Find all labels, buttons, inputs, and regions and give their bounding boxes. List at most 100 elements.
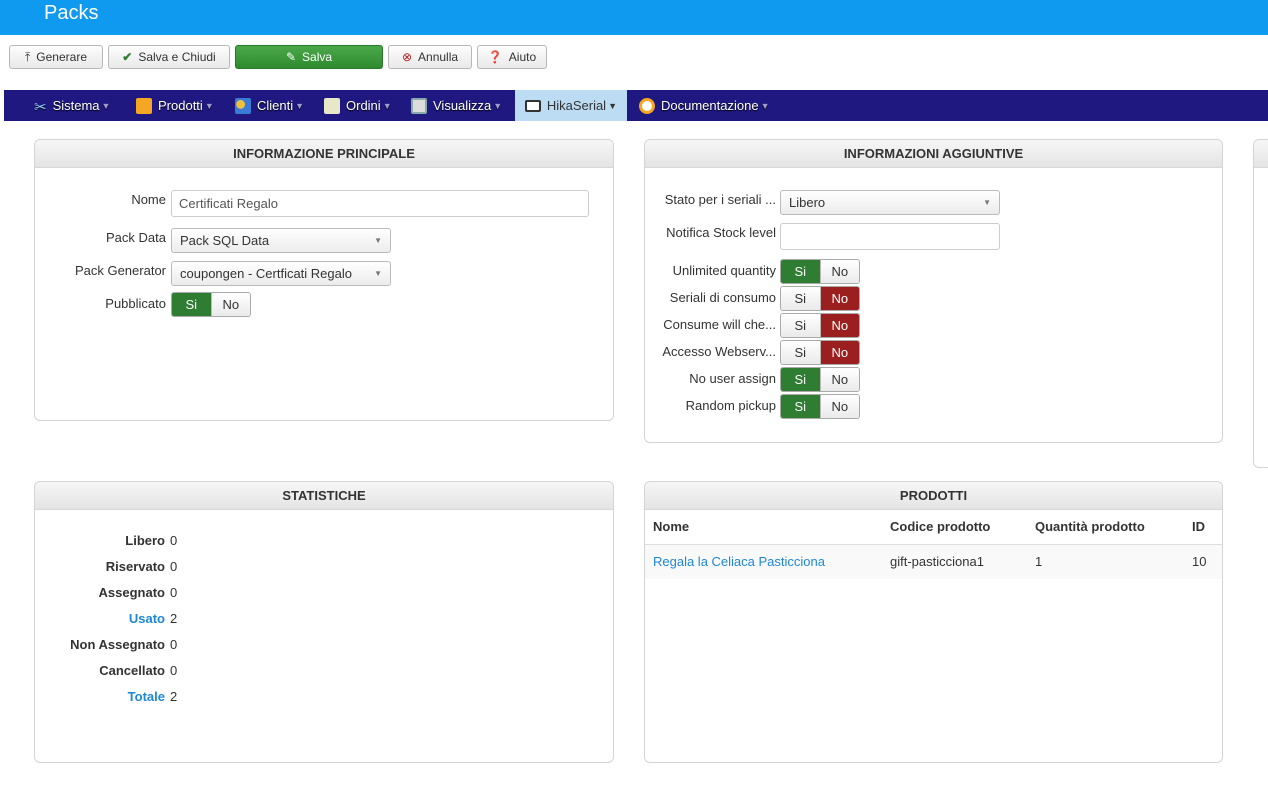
upload-icon: ⤒ (24, 50, 31, 64)
right-panel-header (1254, 140, 1268, 168)
page-title: Packs (44, 2, 99, 24)
stock-label: Notifica Stock level (666, 225, 776, 240)
toggle-yes[interactable]: Si (781, 395, 820, 418)
yes-no-toggle[interactable]: Si No (780, 313, 860, 338)
toggle-label: Seriali di consumo (669, 290, 776, 305)
caret-icon: ▼ (493, 100, 503, 111)
pack-generator-select[interactable]: coupongen - Certficati Regalo ▼ (171, 261, 391, 286)
stat-label[interactable]: Usato (35, 611, 165, 626)
menu-item-prodotti[interactable]: Prodotti ▼ (126, 90, 224, 121)
menu-item-clienti[interactable]: Clienti ▼ (225, 90, 314, 121)
menu-item-visualizza[interactable]: Visualizza ▼ (401, 90, 512, 121)
stat-label: Riservato (105, 559, 165, 574)
help-button[interactable]: ❓ Aiuto (477, 45, 547, 69)
stat-value: 0 (170, 559, 178, 574)
stat-value: 2 (170, 689, 178, 704)
toggle-yes[interactable]: Si (781, 341, 820, 364)
menu-item-ordini[interactable]: Ordini ▼ (314, 90, 402, 121)
menu-item-sistema[interactable]: ✂ Sistema ▼ (24, 90, 120, 121)
panel-title: INFORMAZIONE PRINCIPALE (35, 140, 613, 168)
stat-label: Assegnato (98, 585, 165, 600)
generate-button[interactable]: ⤒ Generare (9, 45, 103, 69)
caret-icon: ▼ (204, 100, 214, 111)
col-header-name[interactable]: Nome (653, 519, 689, 534)
right-side-panel (1253, 139, 1268, 468)
caret-icon: ▼ (608, 100, 617, 111)
box-icon (136, 97, 152, 114)
tools-icon: ✂ (34, 98, 47, 116)
panel-title: STATISTICHE (35, 482, 613, 510)
dropdown-arrow-icon: ▼ (374, 236, 382, 245)
name-label: Nome (131, 192, 166, 207)
save-close-label: Salva e Chiudi (138, 50, 216, 64)
pack-generator-value: coupongen - Certficati Regalo (180, 266, 352, 281)
name-field[interactable]: Certificati Regalo (171, 190, 589, 217)
toggle-no[interactable]: No (819, 395, 859, 418)
serial-icon (525, 99, 541, 112)
state-value: Libero (789, 195, 826, 210)
yes-no-toggle[interactable]: Si No (780, 340, 860, 365)
stat-label: Libero (125, 533, 165, 548)
state-label: Stato per i seriali ... (664, 192, 776, 207)
toggle-yes[interactable]: Si (781, 314, 820, 337)
toggle-yes[interactable]: Si (172, 293, 211, 316)
toggle-label: No user assign (689, 371, 776, 386)
published-toggle[interactable]: Si No (171, 292, 251, 317)
toggle-yes[interactable]: Si (781, 287, 820, 310)
save-label: Salva (302, 50, 333, 64)
col-header-code[interactable]: Codice prodotto (890, 519, 990, 534)
menu-label: Documentazione (661, 98, 759, 113)
pack-generator-label: Pack Generator (74, 263, 166, 278)
menu-item-hikaserial[interactable]: HikaSerial ▼ (515, 90, 627, 121)
toggle-label: Consume will che... (663, 317, 776, 332)
stat-value: 0 (170, 533, 178, 548)
stat-label: Cancellato (99, 663, 165, 678)
cancel-icon: ⊗ (401, 50, 413, 64)
display-icon (411, 97, 427, 114)
stock-field[interactable] (780, 223, 1000, 250)
generate-label: Generare (36, 50, 87, 64)
toggle-no[interactable]: No (819, 260, 859, 283)
yes-no-toggle[interactable]: Si No (780, 259, 860, 284)
stat-value: 0 (170, 585, 178, 600)
orders-icon (324, 97, 340, 114)
stat-value: 0 (170, 637, 178, 652)
help-label: Aiuto (508, 50, 537, 64)
menu-label: Visualizza (433, 98, 492, 113)
toggle-yes[interactable]: Si (781, 260, 820, 283)
toggle-no[interactable]: No (819, 341, 859, 364)
menu-item-documentazione[interactable]: Documentazione ▼ (629, 90, 779, 121)
menu-label: Sistema (52, 98, 100, 113)
toggle-label: Accesso Webserv... (662, 344, 776, 359)
check-icon: ✔ (122, 50, 133, 64)
toggle-no[interactable]: No (819, 287, 859, 310)
yes-no-toggle[interactable]: Si No (780, 286, 860, 311)
users-icon (235, 97, 251, 114)
top-header-bar: Packs (0, 0, 1268, 35)
save-button[interactable]: ✎ Salva (235, 45, 383, 69)
toggle-no[interactable]: No (819, 368, 859, 391)
main-info-panel: INFORMAZIONE PRINCIPALE Nome Certificati… (34, 139, 614, 421)
pack-data-select[interactable]: Pack SQL Data ▼ (171, 228, 391, 253)
state-select[interactable]: Libero ▼ (780, 190, 1000, 215)
lifebuoy-icon (639, 97, 655, 114)
toggle-yes[interactable]: Si (781, 368, 820, 391)
yes-no-toggle[interactable]: Si No (780, 394, 860, 419)
main-menu: ✂ Sistema ▼ Prodotti ▼ Clienti ▼ Ordini ▼ Vi… (4, 90, 1268, 121)
col-header-id[interactable]: ID (1192, 519, 1205, 534)
toolbar: ⤒ Generare ✔ Salva e Chiudi ✎ Salva ⊗ An… (0, 35, 1268, 88)
panel-title: PRODOTTI (645, 482, 1222, 510)
yes-no-toggle[interactable]: Si No (780, 367, 860, 392)
stat-label[interactable]: Totale (35, 689, 165, 704)
save-close-button[interactable]: ✔ Salva e Chiudi (108, 45, 230, 69)
toggle-no[interactable]: No (210, 293, 250, 316)
cancel-button[interactable]: ⊗ Annulla (388, 45, 472, 69)
product-name-link[interactable]: Regala la Celiaca Pasticciona (653, 554, 825, 569)
product-id: 10 (1192, 554, 1207, 569)
panel-title: INFORMAZIONI AGGIUNTIVE (645, 140, 1222, 168)
toggle-label: Unlimited quantity (672, 263, 776, 278)
pack-data-label: Pack Data (106, 230, 166, 245)
toggle-label: Random pickup (685, 398, 776, 413)
col-header-qty[interactable]: Quantità prodotto (1035, 519, 1145, 534)
toggle-no[interactable]: No (819, 314, 859, 337)
